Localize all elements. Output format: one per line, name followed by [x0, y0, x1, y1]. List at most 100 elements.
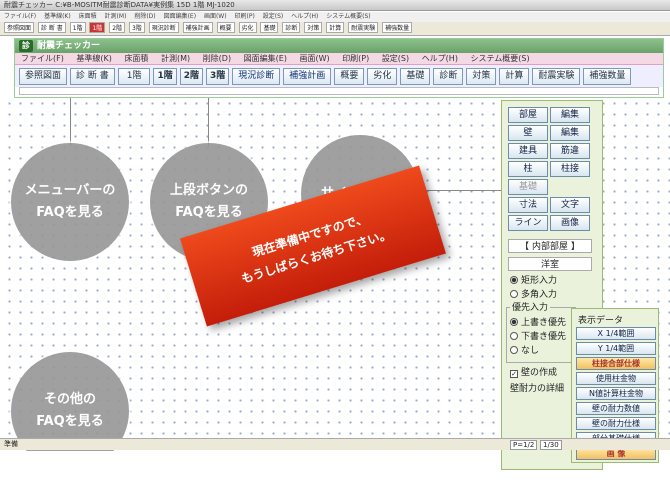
status-bar: 準備 P=1/2 1/30: [0, 438, 670, 450]
menu-item-drawing-edit[interactable]: 図面編集(E): [244, 54, 287, 63]
fitting-button[interactable]: 建具: [508, 143, 548, 159]
bg-tool-button[interactable]: 診断: [282, 22, 301, 33]
option-label: 上書き優先: [521, 318, 567, 328]
bg-menu-item[interactable]: ファイル(F): [4, 13, 36, 20]
floor-select[interactable]: 1階: [117, 67, 151, 85]
floor-2-button[interactable]: 2階: [179, 67, 204, 85]
no-priority-option[interactable]: なし: [510, 345, 539, 357]
bg-tool-button[interactable]: 参照図面: [4, 22, 35, 33]
wall-button[interactable]: 壁: [508, 125, 548, 141]
column-hardware-button[interactable]: 使用柱金物: [576, 372, 656, 385]
leader-line: [420, 190, 502, 191]
menu-item-system[interactable]: システム概要(S): [471, 54, 530, 63]
bg-tool-button[interactable]: 現況診断: [148, 22, 179, 33]
page-indicator: P=1/2: [510, 440, 538, 450]
room-name-field[interactable]: 洋室: [508, 257, 592, 271]
bg-tool-button[interactable]: 1階: [89, 22, 106, 33]
bg-menu-item[interactable]: 床面積: [79, 13, 97, 20]
path-field: [19, 87, 659, 95]
leader-line: [70, 98, 71, 146]
n-value-hardware-button[interactable]: N値計算柱金物: [576, 387, 656, 400]
status-text: 準備: [4, 440, 18, 448]
bg-menu-item[interactable]: 設定(S): [263, 13, 284, 20]
bg-tool-button[interactable]: 診 断 書: [37, 22, 66, 33]
room-button[interactable]: 部屋: [508, 107, 548, 123]
priority-group-title: 優先入力: [510, 302, 551, 314]
y-range-button[interactable]: Y 1/4範囲: [576, 342, 656, 355]
diagnosis-report-button[interactable]: 診 断 書: [70, 67, 115, 85]
reinforcement-plan-button[interactable]: 補強計画: [283, 67, 332, 85]
radio-icon: [510, 276, 518, 284]
seismic-experiment-button[interactable]: 耐震実験: [532, 67, 581, 85]
bg-menu-item[interactable]: 計測(M): [105, 13, 127, 20]
bg-tool-button[interactable]: 計算: [326, 22, 345, 33]
menu-item-file[interactable]: ファイル(F): [21, 54, 64, 63]
menu-bar-faq-link[interactable]: メニューバーの FAQを見る: [11, 143, 129, 261]
interior-room-label: 【 内部部屋 】: [508, 239, 592, 253]
bg-tool-button[interactable]: 基礎: [260, 22, 279, 33]
column-button[interactable]: 柱: [508, 161, 548, 177]
edit-button[interactable]: 編集: [550, 107, 590, 123]
measures-button[interactable]: 対策: [466, 67, 497, 85]
deterioration-button[interactable]: 劣化: [367, 67, 398, 85]
bg-tool-button[interactable]: 補強計画: [182, 22, 213, 33]
current-diagnosis-button[interactable]: 現況診断: [232, 67, 281, 85]
calculation-button[interactable]: 計算: [499, 67, 530, 85]
x-range-button[interactable]: X 1/4範囲: [576, 327, 656, 340]
bg-tool-button[interactable]: 補強数量: [382, 22, 413, 33]
bg-tool-button[interactable]: 劣化: [238, 22, 257, 33]
dimension-button[interactable]: 寸法: [508, 197, 548, 213]
floor-3-button[interactable]: 3階: [206, 67, 230, 85]
wall-detail-button[interactable]: 壁耐力の詳細: [510, 383, 564, 395]
bg-menu-item[interactable]: 削除(D): [134, 13, 155, 20]
wall-create-checkbox[interactable]: ✓ 壁の作成: [510, 367, 557, 379]
diagnosis-button[interactable]: 診断: [433, 67, 464, 85]
bg-menu-item[interactable]: 基準線(K): [44, 13, 71, 20]
poly-input-option[interactable]: 多角入力: [510, 289, 557, 301]
side-row: 建具 筋違: [508, 143, 590, 159]
bg-tool-button[interactable]: 1階: [69, 22, 86, 33]
column-joint-spec-button[interactable]: 柱接合部仕様: [576, 357, 656, 370]
menu-item-delete[interactable]: 削除(D): [203, 54, 231, 63]
menu-item-baseline[interactable]: 基準線(K): [76, 54, 112, 63]
circle-line: メニューバーの: [24, 183, 116, 198]
brace-button[interactable]: 筋違: [550, 143, 590, 159]
bg-menu-item[interactable]: 画面(W): [204, 13, 227, 20]
bg-menu-item[interactable]: 印刷(P): [235, 13, 255, 20]
option-label: 壁の作成: [521, 368, 558, 378]
edit-button[interactable]: 編集: [550, 125, 590, 141]
underwrite-priority-option[interactable]: 下書き優先: [510, 331, 566, 343]
bg-menu-item[interactable]: ヘルプ(H): [291, 13, 318, 20]
line-button[interactable]: ライン: [508, 215, 548, 231]
bg-menu-item[interactable]: 図面編集(E): [164, 13, 196, 20]
wall-strength-value-button[interactable]: 壁の耐力数値: [576, 402, 656, 415]
reference-drawing-button[interactable]: 参照図面: [19, 67, 68, 85]
bg-menu-item[interactable]: システム概要(S): [326, 13, 370, 20]
bg-tool-button[interactable]: 対策: [304, 22, 323, 33]
column-joint-button[interactable]: 柱接: [550, 161, 590, 177]
foundation-side-button[interactable]: 基礎: [508, 179, 548, 195]
reinforcement-quantity-button[interactable]: 補強数量: [583, 67, 632, 85]
overwrite-priority-option[interactable]: 上書き優先: [510, 317, 566, 329]
bg-tool-button[interactable]: 2階: [109, 22, 126, 33]
menu-item-print[interactable]: 印刷(P): [342, 54, 369, 63]
radio-icon: [510, 346, 518, 354]
menu-item-measure[interactable]: 計測(M): [161, 54, 190, 63]
summary-button[interactable]: 概要: [334, 67, 365, 85]
bg-tool-button[interactable]: 3階: [128, 22, 145, 33]
floor-1-button[interactable]: 1階: [153, 67, 177, 85]
bg-tool-button[interactable]: 耐震実験: [348, 22, 379, 33]
radio-icon: [510, 332, 518, 340]
option-label: 矩形入力: [521, 276, 558, 286]
foundation-button[interactable]: 基礎: [400, 67, 431, 85]
menu-item-screen[interactable]: 画面(W): [299, 54, 329, 63]
rect-input-option[interactable]: 矩形入力: [510, 275, 557, 287]
image-button[interactable]: 画像: [550, 215, 590, 231]
menu-item-floor-area[interactable]: 床面積: [124, 54, 148, 63]
menu-item-help[interactable]: ヘルプ(H): [422, 54, 458, 63]
menu-bar: ファイル(F) 基準線(K) 床面積 計測(M) 削除(D) 図面編集(E) 画…: [15, 53, 663, 65]
bg-tool-button[interactable]: 概要: [216, 22, 235, 33]
wall-strength-spec-button[interactable]: 壁の耐力仕様: [576, 417, 656, 430]
menu-item-settings[interactable]: 設定(S): [382, 54, 409, 63]
text-button[interactable]: 文字: [550, 197, 590, 213]
